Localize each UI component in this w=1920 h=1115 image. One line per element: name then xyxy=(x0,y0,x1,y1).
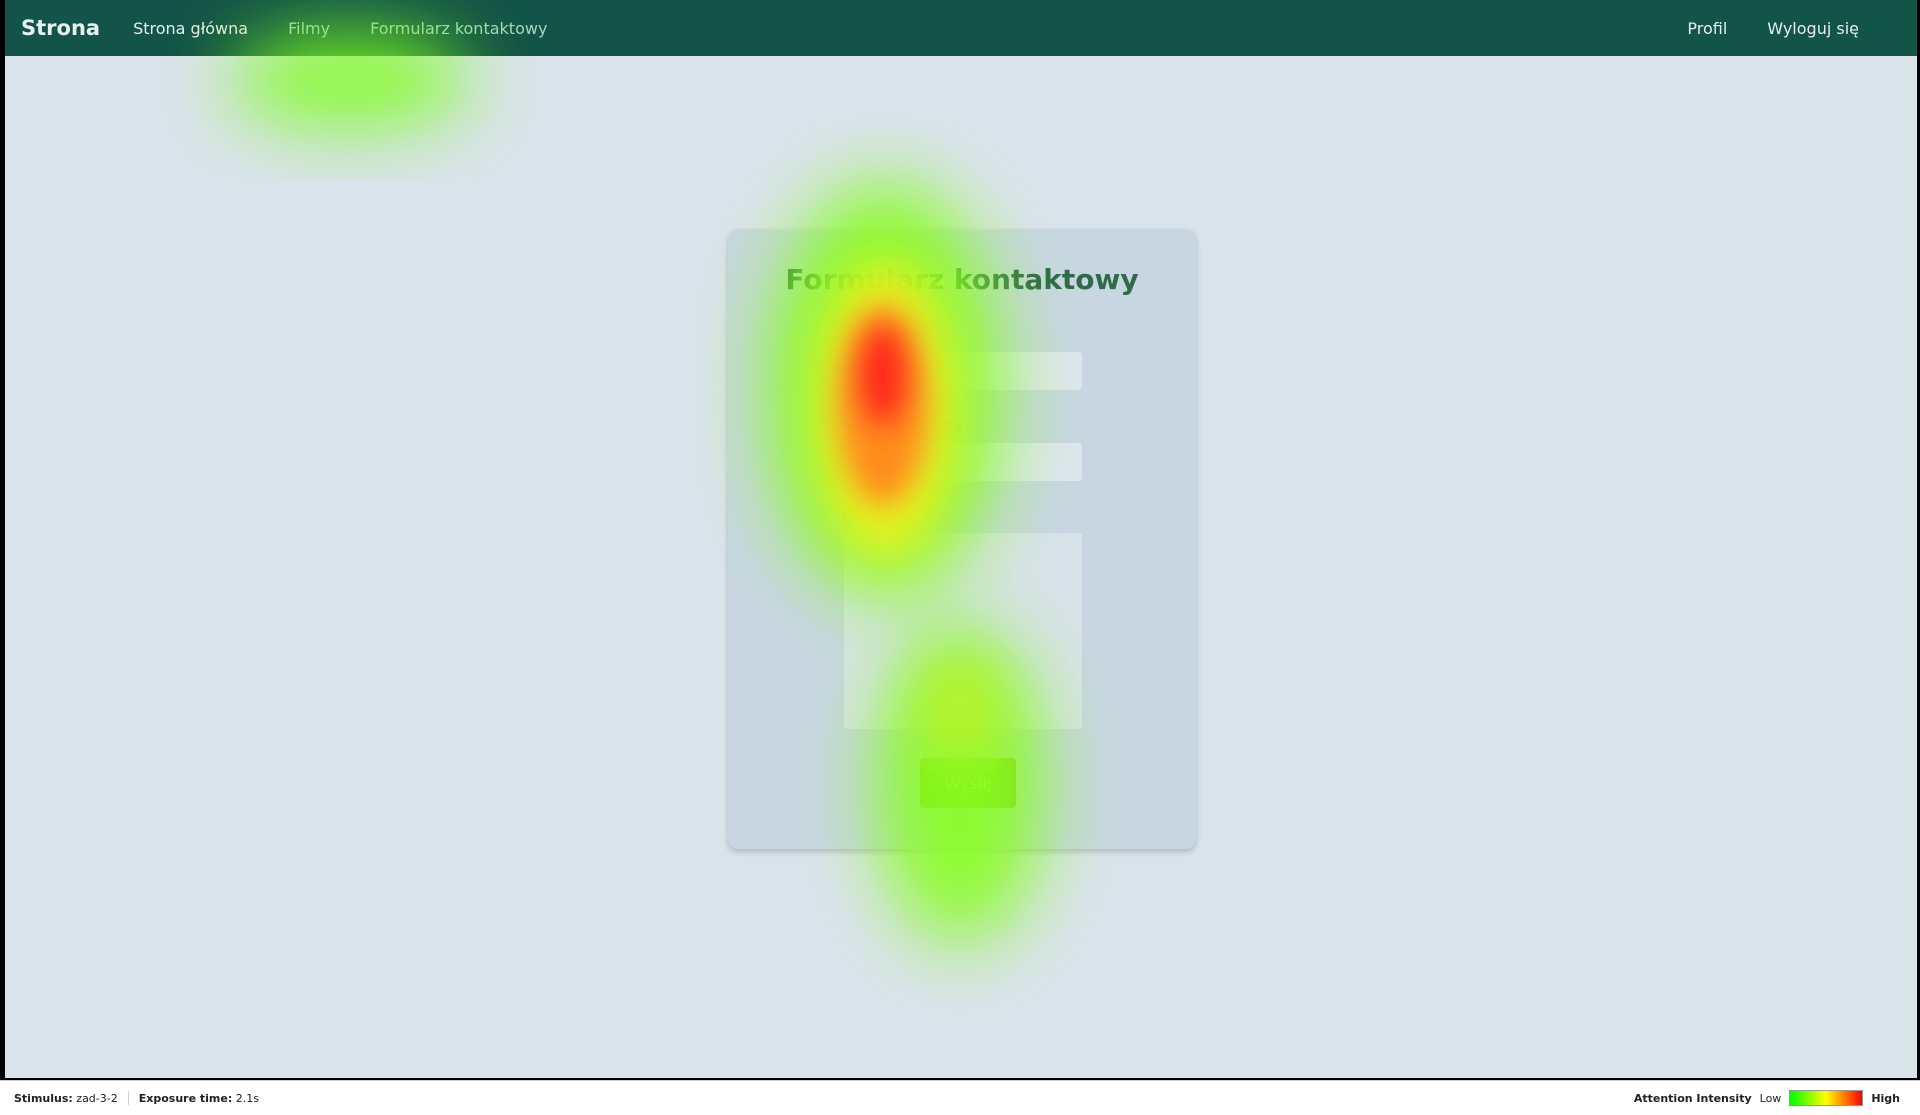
nav-movies-link[interactable]: Filmy xyxy=(288,19,330,38)
stimulus-meta: Stimulus: zad-3-2 Exposure time: 2.1s xyxy=(14,1091,259,1105)
stats-footer: Stimulus: zad-3-2 Exposure time: 2.1s At… xyxy=(0,1080,1920,1115)
reason-input[interactable] xyxy=(843,442,1083,482)
description-textarea[interactable] xyxy=(843,532,1083,730)
nav-profile-link[interactable]: Profil xyxy=(1687,19,1727,38)
nav-links: Strona główna Filmy Formularz kontaktowy xyxy=(133,19,547,38)
legend-gradient xyxy=(1789,1090,1864,1106)
nav-home-link[interactable]: Strona główna xyxy=(133,19,248,38)
form-title: Formularz kontaktowy xyxy=(785,263,1139,296)
heat-legend: Attention Intensity Low High xyxy=(1634,1081,1900,1115)
nav-user-links: Profil Wyloguj się xyxy=(1687,0,1859,56)
exposure-value: 2.1s xyxy=(235,1091,259,1105)
legend-title: Attention Intensity xyxy=(1633,1091,1752,1105)
legend-low: Low xyxy=(1759,1091,1782,1105)
screen-stage: Strona Strona główna Filmy Formularz kon… xyxy=(5,0,1917,1078)
nav-contact-link[interactable]: Formularz kontaktowy xyxy=(370,19,547,38)
email-input[interactable] xyxy=(843,351,1083,391)
description-label: Opis xyxy=(843,508,877,526)
top-navbar: Strona Strona główna Filmy Formularz kon… xyxy=(5,0,1917,56)
brand-logo[interactable]: Strona xyxy=(21,16,100,40)
divider xyxy=(127,1091,129,1105)
reason-label: Powód kontaktu xyxy=(843,417,963,435)
submit-button[interactable]: Wyślij xyxy=(920,758,1016,808)
exposure-label: Exposure time: xyxy=(138,1091,233,1105)
email-label: E-mail xyxy=(843,327,891,345)
contact-form-card: Formularz kontaktowy E-mail Powód kontak… xyxy=(728,229,1196,849)
stimulus-label: Stimulus: xyxy=(14,1091,73,1105)
stimulus-value: zad-3-2 xyxy=(76,1091,118,1105)
nav-logout-link[interactable]: Wyloguj się xyxy=(1767,19,1859,38)
legend-high: High xyxy=(1871,1091,1900,1105)
